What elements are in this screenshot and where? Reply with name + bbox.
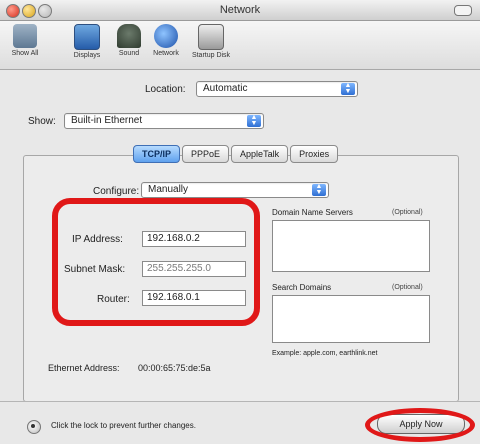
highlight-rectangle <box>52 198 260 326</box>
toolbar-item-label: Displays <box>73 52 101 59</box>
startup-disk-icon <box>198 24 224 50</box>
popup-arrows-icon: ▲ ▼ <box>247 114 261 127</box>
dns-optional-label: (Optional) <box>392 209 423 216</box>
toolbar-item-label: Sound <box>118 50 140 57</box>
network-preferences-window: Network Show All Displays Sound Network … <box>0 0 480 444</box>
show-value: Built-in Ethernet <box>71 115 143 126</box>
popup-arrows-icon: ▲ ▼ <box>312 183 326 196</box>
toolbar-item-label: Network <box>153 50 179 57</box>
tab-tcpip[interactable]: TCP/IP <box>133 145 181 163</box>
show-label: Show: <box>28 116 56 127</box>
sound-icon <box>117 24 141 48</box>
lock-icon[interactable] <box>27 420 41 434</box>
configure-label: Configure: <box>93 186 140 197</box>
displays-icon <box>74 24 100 50</box>
toolbar-item-displays[interactable]: Displays <box>66 24 108 59</box>
dns-label: Domain Name Servers <box>272 208 353 217</box>
location-popup[interactable]: Automatic ▲ ▼ <box>196 81 358 97</box>
toolbar-item-label: Startup Disk <box>191 52 231 59</box>
search-domains-optional-label: (Optional) <box>392 284 423 291</box>
toolbar-item-sound[interactable]: Sound <box>108 24 150 57</box>
location-value: Automatic <box>203 83 248 94</box>
ethernet-address-value: 00:00:65:75:de:5a <box>138 363 211 373</box>
tab-proxies[interactable]: Proxies <box>290 145 339 163</box>
toolbar-item-network[interactable]: Network <box>145 24 187 57</box>
toolbar-item-label: Show All <box>11 50 39 57</box>
network-icon <box>154 24 178 48</box>
configure-popup[interactable]: Manually ▲ ▼ <box>141 182 329 198</box>
highlight-oval <box>365 408 475 442</box>
search-domains-label: Search Domains <box>272 283 332 292</box>
tab-pppoe[interactable]: PPPoE <box>182 145 230 163</box>
show-all-icon <box>13 24 37 48</box>
toolbar-item-show-all[interactable]: Show All <box>4 24 46 57</box>
window-title: Network <box>219 4 261 16</box>
show-popup[interactable]: Built-in Ethernet ▲ ▼ <box>64 113 264 129</box>
configure-value: Manually <box>148 184 189 195</box>
example-text: Example: apple.com, earthlink.net <box>272 350 378 357</box>
toolbar-item-startup-disk[interactable]: Startup Disk <box>190 24 232 59</box>
popup-arrows-icon: ▲ ▼ <box>341 82 355 95</box>
footer-divider <box>0 401 480 402</box>
ethernet-address-label: Ethernet Address: <box>48 363 120 373</box>
tab-appletalk[interactable]: AppleTalk <box>231 145 289 163</box>
lock-instruction-text: Click the lock to prevent further change… <box>51 421 196 430</box>
preferences-toolbar: Show All Displays Sound Network Startup … <box>0 21 480 70</box>
title-bar: Network <box>0 0 480 21</box>
toolbar-toggle-button[interactable] <box>454 5 472 16</box>
location-label: Location: <box>145 84 186 95</box>
tab-bar: TCP/IP PPPoE AppleTalk Proxies <box>133 145 339 163</box>
search-domains-field[interactable] <box>272 295 430 343</box>
dns-servers-field[interactable] <box>272 220 430 272</box>
